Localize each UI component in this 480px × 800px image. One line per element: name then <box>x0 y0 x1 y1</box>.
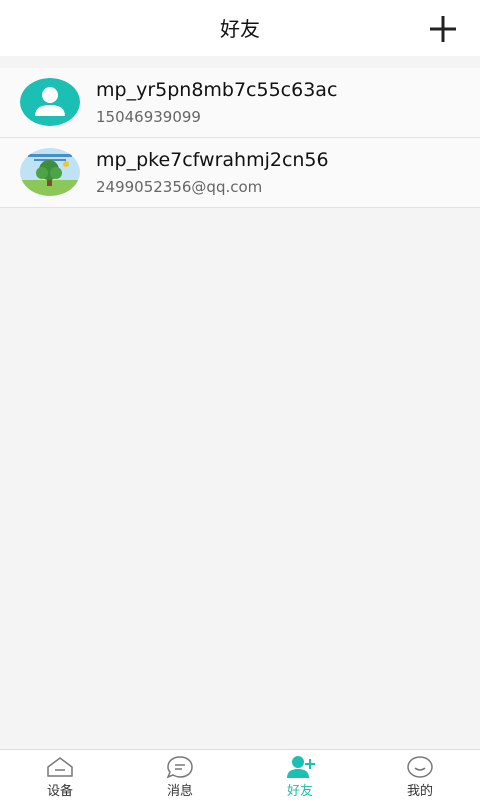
default-user-avatar-icon <box>20 78 80 126</box>
friend-name: mp_yr5pn8mb7c55c63ac <box>96 79 338 101</box>
list-item[interactable]: mp_yr5pn8mb7c55c63ac 15046939099 <box>0 68 480 138</box>
nav-label: 设备 <box>46 784 73 799</box>
message-icon <box>166 756 193 779</box>
nav-item-messages[interactable]: 消息 <box>120 750 240 800</box>
plus-icon <box>430 16 456 42</box>
device-icon <box>47 757 73 777</box>
nav-label: 好友 <box>286 784 313 799</box>
smile-icon <box>407 756 433 778</box>
friend-contact: 15046939099 <box>96 108 201 126</box>
nav-label: 我的 <box>406 784 433 799</box>
add-friend-button[interactable] <box>428 14 458 44</box>
avatar <box>20 78 80 126</box>
add-friend-icon <box>287 756 315 778</box>
nav-item-me[interactable]: 我的 <box>360 750 480 800</box>
nav-item-friends[interactable]: 好友 <box>240 750 360 800</box>
bottom-nav: 设备 消息 好友 我的 <box>0 749 480 800</box>
friend-name: mp_pke7cfwrahmj2cn56 <box>96 149 329 171</box>
nav-item-device[interactable]: 设备 <box>0 750 120 800</box>
friends-page: 好友 mp_yr5pn8mb7c55c63ac 15046939099 mp_p… <box>0 0 480 800</box>
page-title: 好友 <box>220 17 260 41</box>
header-bar: 好友 <box>0 0 480 56</box>
friend-contact: 2499052356@qq.com <box>96 178 263 196</box>
tree-photo-icon <box>20 148 80 196</box>
nav-label: 消息 <box>166 784 193 799</box>
avatar <box>20 148 80 196</box>
list-item[interactable]: mp_pke7cfwrahmj2cn56 2499052356@qq.com <box>0 138 480 208</box>
friend-list: mp_yr5pn8mb7c55c63ac 15046939099 mp_pke7… <box>0 68 480 208</box>
